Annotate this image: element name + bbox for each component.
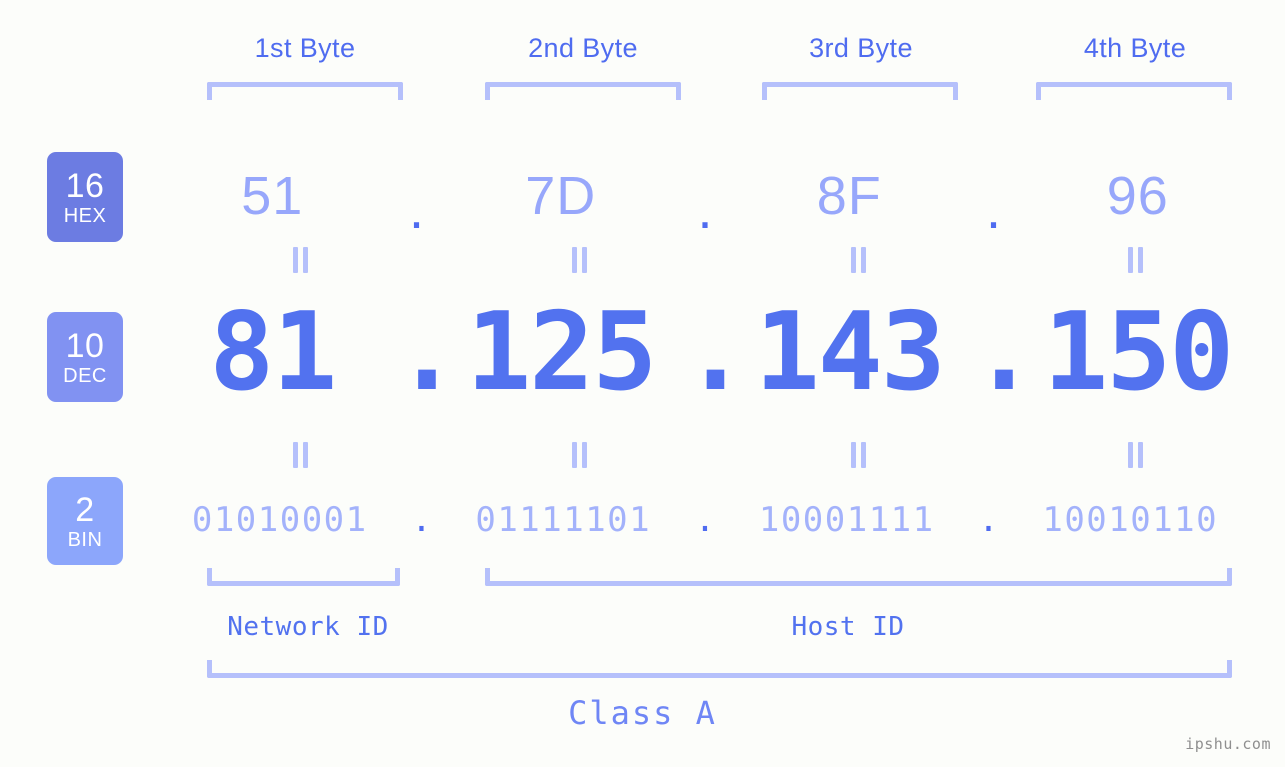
base-badge-hex-number: 16 [65,166,105,205]
base-badge-bin-abbr: BIN [67,528,103,551]
bin-separator-3: . [978,500,999,540]
base-badge-hex-abbr: HEX [63,204,107,227]
equals-mark-dec-bin-1 [292,442,310,468]
base-badge-dec-number: 10 [65,326,105,365]
equals-mark-hex-dec-1 [292,247,310,273]
bin-octet-2: 01111101 [475,500,652,540]
byte-bracket-2 [485,82,681,100]
base-badge-bin-number: 2 [75,490,95,529]
network-id-label: Network ID [227,612,389,642]
bin-octet-1: 01010001 [191,500,368,540]
base-badge-hex: 16 HEX [47,152,123,242]
site-watermark: ipshu.com [1185,735,1271,753]
class-bracket [207,660,1232,678]
byte-bracket-3 [762,82,958,100]
base-badge-dec: 10 DEC [47,312,123,402]
bin-row: 01010001 . 01111101 . 10001111 . 1001011… [160,490,1250,550]
hex-octet-4: 96 [1106,166,1169,226]
base-badge-dec-abbr: DEC [63,364,107,387]
host-id-label: Host ID [791,612,905,642]
equals-mark-dec-bin-3 [850,442,868,468]
hex-row: 51 . 7D . 8F . 96 [160,153,1250,240]
byte-header-4: 4th Byte [1083,33,1187,63]
hex-separator-3: . [985,180,1001,240]
hex-octet-1: 51 [241,166,304,226]
equals-mark-hex-dec-3 [850,247,868,273]
base-badge-bin: 2 BIN [47,477,123,565]
host-id-bracket [485,568,1232,586]
byte-bracket-1 [207,82,403,100]
byte-header-3: 3rd Byte [809,33,913,63]
hex-octet-3: 8F [816,166,882,226]
bin-separator-1: . [411,500,432,540]
byte-header-2: 2nd Byte [528,33,638,63]
byte-bracket-4 [1036,82,1232,100]
byte-header-1: 1st Byte [254,33,356,63]
bin-octet-3: 10001111 [758,500,935,540]
equals-mark-dec-bin-2 [571,442,589,468]
dec-separator-1: . [394,289,460,415]
dec-octet-2: 125 [466,289,657,415]
dec-octet-1: 81 [209,289,337,415]
hex-separator-1: . [408,180,424,240]
equals-mark-hex-dec-2 [571,247,589,273]
dec-separator-2: . [683,289,749,415]
hex-separator-2: . [697,180,713,240]
bin-octet-4: 10010110 [1042,500,1219,540]
dec-octet-4: 150 [1043,289,1234,415]
equals-mark-dec-bin-4 [1127,442,1145,468]
dec-octet-3: 143 [754,289,946,415]
network-id-bracket [207,568,400,586]
bin-separator-2: . [694,500,716,540]
dec-separator-3: . [971,289,1037,415]
ip-address-diagram: 1st Byte 2nd Byte 3rd Byte 4th Byte 16 H… [0,0,1285,767]
equals-mark-hex-dec-4 [1127,247,1145,273]
class-label: Class A [568,694,717,732]
dec-row: 81 . 125 . 143 . 150 [150,289,1260,415]
hex-octet-2: 7D [525,166,597,226]
